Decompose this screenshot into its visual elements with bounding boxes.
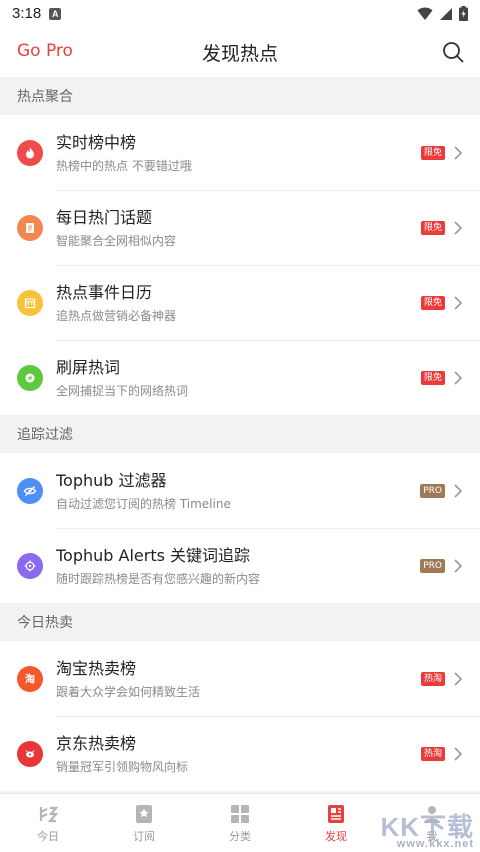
svg-text:淘: 淘 [25, 672, 35, 685]
hashtag-icon: # [17, 364, 43, 391]
item-subtitle: 随时跟踪热榜是否有您感兴趣的新内容 [56, 571, 261, 586]
list-item-realtime-ranking[interactable]: 实时榜中榜 热榜中的热点 不要错过哦 限免 [0, 115, 480, 190]
sections-container: 热点聚合 实时榜中榜 热榜中的热点 不要错过哦 限免 每日热门话题 智能聚合全网… [0, 77, 480, 791]
eye-off-icon [17, 477, 43, 504]
list-item-taobao-ranking[interactable]: 淘 淘宝热卖榜 跟着大众学会如何精致生活 热淘 [0, 641, 480, 716]
page-title: 发现热点 [201, 42, 278, 65]
chevron-right-icon [454, 746, 463, 761]
item-texts: 每日热门话题 智能聚合全网相似内容 [56, 208, 421, 248]
section-header-track-filter: 追踪过滤 [0, 415, 480, 453]
tab-label: 分类 [229, 829, 251, 843]
list-item-jd-ranking[interactable]: 京东热卖榜 销量冠军引领购物风向标 热淘 [0, 716, 480, 791]
item-texts: 热点事件日历 追热点做营销必备神器 [56, 283, 421, 323]
hot-badge: 热淘 [420, 671, 445, 686]
item-texts: 京东热卖榜 销量冠军引领购物风向标 [56, 734, 421, 774]
item-subtitle: 智能聚合全网相似内容 [56, 233, 177, 248]
jd-dog-icon [17, 740, 43, 767]
status-bar: 3:18 A [0, 0, 480, 27]
list-item-tophub-filter[interactable]: Tophub 过滤器 自动过滤您订阅的热榜 Timeline PRO [0, 453, 480, 528]
chevron-right-icon [454, 145, 463, 160]
section-list-track-filter: Tophub 过滤器 自动过滤您订阅的热榜 Timeline PRO Tophu… [0, 453, 480, 603]
crosshair-icon [17, 552, 43, 579]
tab-subscribe[interactable]: 订阅 [96, 794, 192, 852]
section-list-hot-aggregation: 实时榜中榜 热榜中的热点 不要错过哦 限免 每日热门话题 智能聚合全网相似内容 … [0, 115, 480, 415]
grid-icon [231, 804, 249, 823]
tab-label: 发现 [325, 829, 347, 843]
chevron-right-icon [454, 370, 463, 385]
item-subtitle: 热榜中的热点 不要错过哦 [56, 158, 192, 173]
list-item-event-calendar[interactable]: 热点事件日历 追热点做营销必备神器 限免 [0, 265, 480, 340]
list-item-daily-topics[interactable]: 每日热门话题 智能聚合全网相似内容 限免 [0, 190, 480, 265]
notification-icon: A [49, 7, 62, 20]
watermark-logo: KK下载 www.kkx.net [380, 807, 474, 850]
item-title: 京东热卖榜 [56, 733, 137, 753]
item-texts: 刷屏热词 全网捕捉当下的网络热词 [56, 358, 421, 398]
list-item-trending-words[interactable]: # 刷屏热词 全网捕捉当下的网络热词 限免 [0, 340, 480, 415]
chevron-right-icon [454, 220, 463, 235]
tab-label: 订阅 [133, 829, 155, 843]
section-header-hot-aggregation: 热点聚合 [0, 77, 480, 115]
tab-today[interactable]: 今日 [0, 794, 96, 852]
item-title: 刷屏热词 [56, 357, 121, 377]
section-list-today-hot-sale: 淘 淘宝热卖榜 跟着大众学会如何精致生活 热淘 京东热卖榜 销量冠军引领购物风向… [0, 641, 480, 791]
battery-icon [459, 6, 468, 21]
item-title: 每日热门话题 [56, 207, 153, 227]
today-icon [39, 806, 59, 822]
chevron-right-icon [454, 671, 463, 686]
item-title: 热点事件日历 [56, 282, 153, 302]
status-time: 3:18 [12, 5, 42, 22]
item-texts: Tophub Alerts 关键词追踪 随时跟踪热榜是否有您感兴趣的新内容 [56, 546, 420, 586]
item-title: Tophub 过滤器 [56, 470, 167, 490]
item-title: 实时榜中榜 [56, 132, 137, 152]
pro-badge: PRO [420, 558, 445, 573]
svg-text:#: # [27, 374, 33, 382]
item-title: Tophub Alerts 关键词追踪 [56, 545, 251, 565]
item-texts: 实时榜中榜 热榜中的热点 不要错过哦 [56, 133, 421, 173]
item-subtitle: 全网捕捉当下的网络热词 [56, 383, 189, 398]
app-header: Go Pro 发现热点 [0, 27, 480, 77]
pro-badge: PRO [420, 483, 445, 498]
item-subtitle: 追热点做营销必备神器 [56, 308, 177, 323]
free-badge: 限免 [420, 220, 445, 235]
flame-icon [17, 139, 43, 166]
item-subtitle: 销量冠军引领购物风向标 [56, 759, 189, 774]
free-badge: 限免 [420, 295, 445, 310]
item-texts: Tophub 过滤器 自动过滤您订阅的热榜 Timeline [56, 471, 420, 511]
chevron-right-icon [454, 483, 463, 498]
calendar-icon [17, 289, 43, 316]
item-subtitle: 自动过滤您订阅的热榜 Timeline [56, 496, 231, 511]
star-icon [136, 804, 152, 823]
go-pro-link[interactable]: Go Pro [17, 41, 73, 61]
item-subtitle: 跟着大众学会如何精致生活 [56, 684, 201, 699]
tab-label: 今日 [37, 829, 59, 843]
item-texts: 淘宝热卖榜 跟着大众学会如何精致生活 [56, 659, 421, 699]
wifi-icon [417, 7, 433, 20]
tab-discover[interactable]: 发现 [288, 794, 384, 852]
signal-icon [440, 7, 452, 20]
taobao-icon: 淘 [17, 665, 43, 692]
chevron-right-icon [454, 295, 463, 310]
free-badge: 限免 [420, 370, 445, 385]
free-badge: 限免 [420, 145, 445, 160]
list-item-tophub-alerts[interactable]: Tophub Alerts 关键词追踪 随时跟踪热榜是否有您感兴趣的新内容 PR… [0, 528, 480, 603]
chevron-right-icon [454, 558, 463, 573]
section-header-today-hot-sale: 今日热卖 [0, 603, 480, 641]
status-right [417, 6, 468, 21]
search-icon[interactable] [442, 41, 464, 63]
item-title: 淘宝热卖榜 [56, 658, 137, 678]
tab-category[interactable]: 分类 [192, 794, 288, 852]
discover-icon [328, 804, 344, 823]
document-icon [17, 214, 43, 241]
hot-badge: 热淘 [420, 746, 445, 761]
